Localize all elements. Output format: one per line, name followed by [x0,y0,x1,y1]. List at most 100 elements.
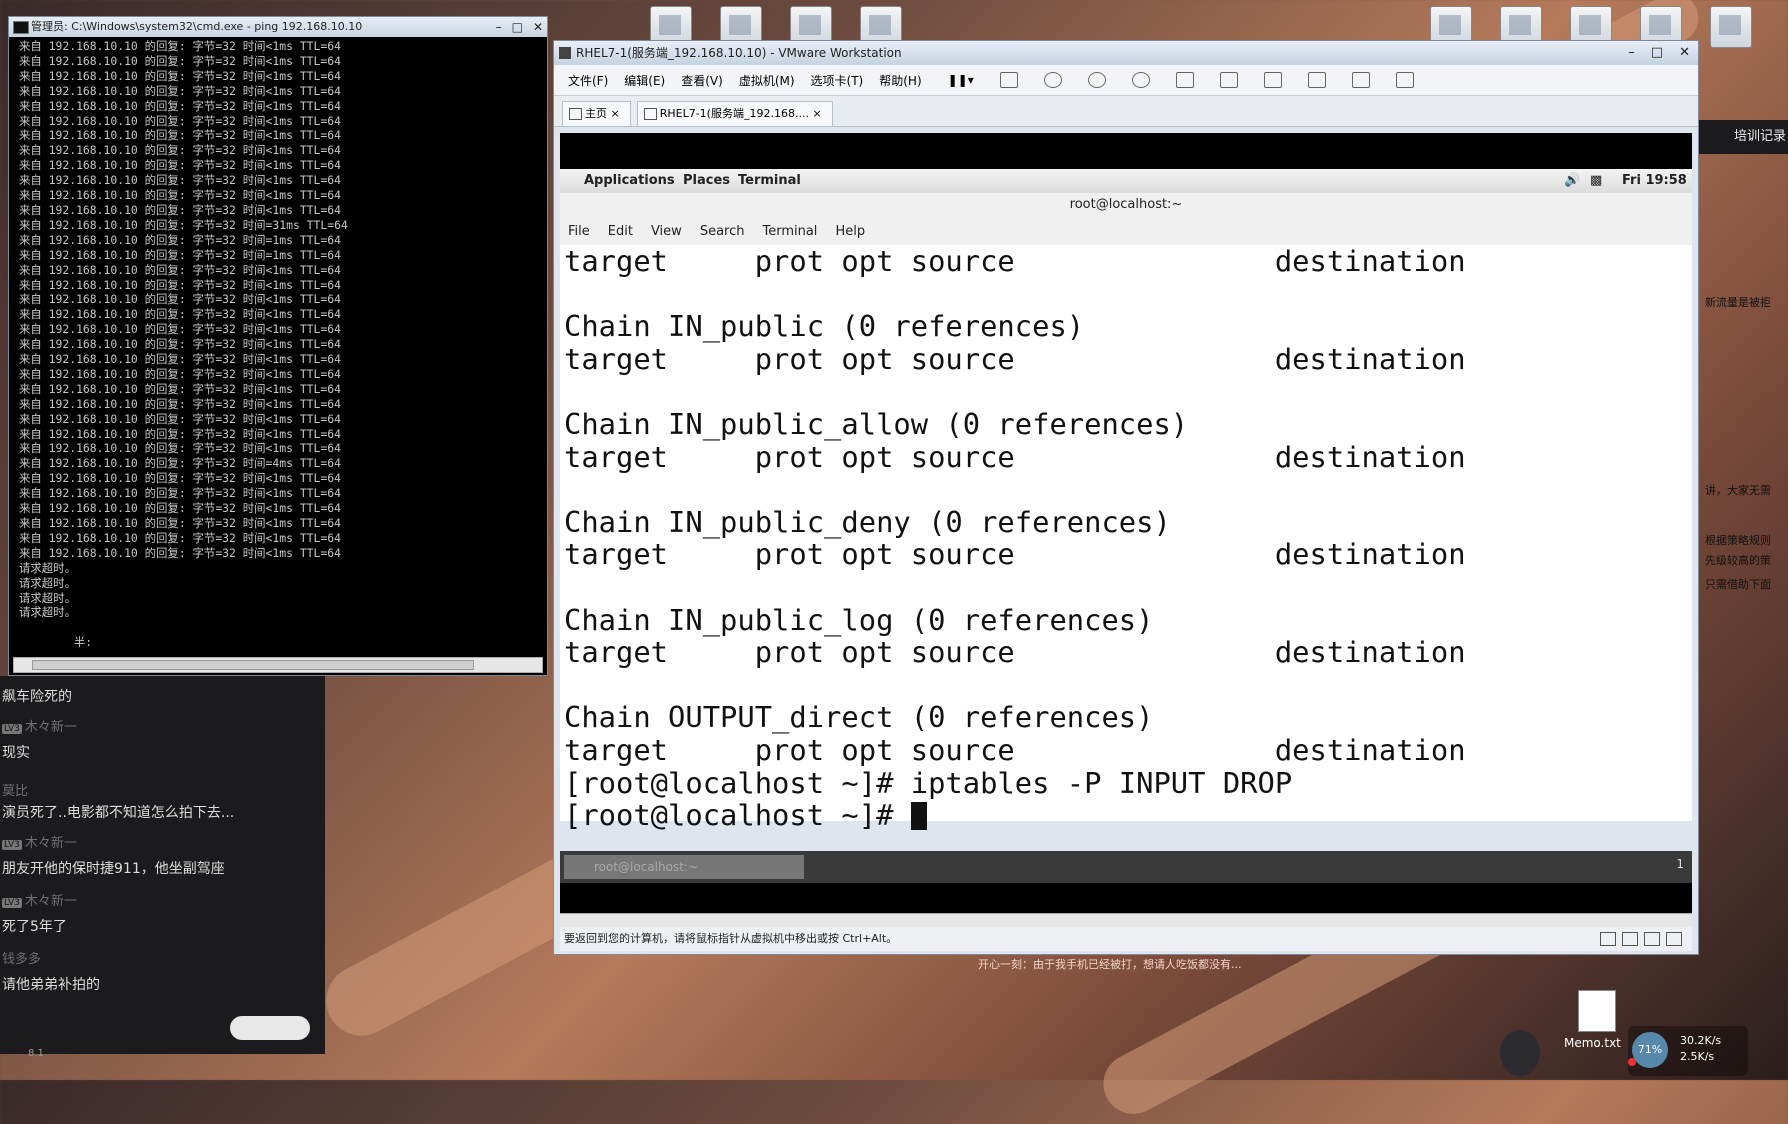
cmd-title: 管理员: C:\Windows\system32\cmd.exe - ping … [31,20,363,33]
tab-home[interactable]: 主页 × [562,101,631,126]
hdd-icon[interactable] [1600,932,1616,946]
snapshot-manager-icon[interactable] [1131,72,1150,88]
unity-icon[interactable] [1307,72,1326,88]
close-icon[interactable]: ✕ [533,17,543,37]
terminal-menu-edit[interactable]: Edit [608,224,633,239]
close-icon[interactable]: ✕ [1679,41,1690,65]
terminal-menu-view[interactable]: View [651,224,682,239]
vm-icon [643,108,657,120]
stretch-view-icon[interactable] [1395,72,1414,88]
vm-display-border [560,133,1692,169]
vmware-statusbar: 要返回到您的计算机，请将鼠标指针从虚拟机中移出或按 Ctrl+Alt。 [560,927,1692,951]
library-view-icon[interactable] [1175,72,1194,88]
clock[interactable]: Fri 19:58 [1622,173,1687,188]
vmware-window[interactable]: RHEL7-1(服务端_192.168.10.10) - VMware Work… [553,40,1699,955]
minimize-icon[interactable]: – [1628,41,1635,65]
terminal-menu-help[interactable]: Help [835,224,865,239]
record-indicator-icon [1628,1058,1636,1066]
right-side-panel: 培训记录 新流量是被拒 讲，大家无需 根据策略规则 先级较高的策 只需借助下面 [1699,120,1788,820]
terminal-cursor [910,802,927,831]
menu-tabs[interactable]: 选项卡(T) [811,72,864,89]
menu-edit[interactable]: 编辑(E) [624,72,665,89]
level-badge: LV3 [2,898,22,908]
cpu-gauge: 71% [1632,1032,1668,1068]
chat-message: 飙车险死的 [2,686,72,706]
maximize-icon[interactable]: □ [512,17,523,37]
console-view-icon[interactable] [1351,72,1370,88]
vmware-tabs: 主页 × RHEL7-1(服务端_192.168.... × [554,96,1698,127]
cmd-output[interactable]: 来自 192.168.10.10 的回复: 字节=32 时间<1ms TTL=6… [9,37,547,652]
pause-icon[interactable]: ❚❚▾ [948,73,974,87]
cmd-window[interactable]: 管理员: C:\Windows\system32\cmd.exe - ping … [8,16,548,676]
close-icon[interactable]: × [812,107,821,120]
menu-view[interactable]: 查看(V) [681,72,723,89]
terminal-lines: target prot opt source destination Chain… [564,244,1466,800]
terminal-window[interactable]: root@localhost:~ File Edit View Search T… [560,193,1692,831]
snippet-text: 讲，大家无需 [1705,484,1771,497]
applications-menu[interactable]: Applications [584,173,675,188]
chat-text: 请他弟弟补拍的 [2,977,100,993]
cmd-horizontal-scrollbar[interactable] [13,657,543,673]
bottom-ticker-text: 开心一刻：由于我手机已经被打，想请人吃饭都没有... [978,958,1242,971]
chat-text: 现实 [2,745,30,761]
terminal-app-label[interactable]: Terminal [738,173,801,188]
chat-text: 演员死了..电影都不知道怎么拍下去... [2,805,235,821]
cmd-titlebar[interactable]: 管理员: C:\Windows\system32\cmd.exe - ping … [9,17,547,37]
level-badge: LV3 [2,724,22,734]
desktop-file-icon[interactable] [1710,6,1752,48]
terminal-output[interactable]: target prot opt source destination Chain… [560,245,1692,832]
thumbnail-view-icon[interactable] [1219,72,1238,88]
workspace-number[interactable]: 1 [1676,857,1684,871]
maximize-icon[interactable]: □ [1651,41,1663,65]
volume-icon[interactable]: 🔊 [1564,173,1580,188]
snippet-text: 根据策略规则 [1705,534,1771,547]
network-meter[interactable]: 71% 30.2K/s 2.5K/s [1628,1026,1748,1076]
chat-username: 木々新一 [24,720,77,735]
cdrom-icon[interactable] [1622,932,1638,946]
terminal-menu-terminal[interactable]: Terminal [762,224,817,239]
terminal-title: root@localhost:~ [560,193,1692,217]
close-icon[interactable]: × [611,107,620,120]
vm-horizontal-scrollbar[interactable] [560,913,1692,928]
chat-panel: 飙车险死的 LV3 木々新一 现实 莫比 演员死了..电影都不知道怎么拍下去...… [0,676,325,1059]
chat-username: 木々新一 [24,836,77,851]
terminal-menu-file[interactable]: File [568,224,590,239]
memo-file-label: Memo.txt [1564,1036,1621,1050]
vmware-titlebar[interactable]: RHEL7-1(服务端_192.168.10.10) - VMware Work… [554,41,1698,65]
display-icon[interactable] [1666,932,1682,946]
chat-message: 朋友开他的保时捷911，他坐副驾座 [2,858,225,878]
chat-message: 演员死了..电影都不知道怎么拍下去... [2,802,234,822]
chat-user: 莫比 [2,780,28,799]
tab-rhel7[interactable]: RHEL7-1(服务端_192.168.... × [636,101,833,126]
places-menu[interactable]: Places [683,173,730,188]
snippet-text: 新流量是被拒 [1705,296,1771,309]
chat-message: 死了5年了 [2,916,67,936]
terminal-prompt: [root@localhost ~]# [564,798,911,833]
terminal-menubar: File Edit View Search Terminal Help [560,217,1692,245]
menu-vm[interactable]: 虚拟机(M) [739,72,795,89]
training-record-tab[interactable]: 培训记录 [1699,120,1788,154]
snippet-text: 先级较高的策 [1705,554,1771,567]
send-ctrl-alt-del-icon[interactable] [999,72,1018,88]
vm-display-border [560,883,1692,913]
network-icon[interactable]: ▩ [1590,173,1602,188]
terminal-menu-search[interactable]: Search [700,224,745,239]
scrollbar-thumb[interactable] [32,660,474,670]
streamer-avatar [1500,1030,1540,1076]
chat-user: 钱多多 [2,948,41,967]
minimize-icon[interactable]: – [496,17,502,37]
taskbar-terminal-button[interactable]: root@localhost:~ [564,855,804,879]
chat-send-button[interactable] [230,1016,310,1040]
chat-username: 莫比 [2,784,29,799]
download-speed: 2.5K/s [1680,1050,1715,1063]
revert-snapshot-icon[interactable] [1087,72,1106,88]
menu-help[interactable]: 帮助(H) [879,72,921,89]
vmware-title: RHEL7-1(服务端_192.168.10.10) - VMware Work… [576,46,902,60]
snapshot-icon[interactable] [1043,72,1062,88]
menu-file[interactable]: 文件(F) [568,72,608,89]
chat-user: LV3 木々新一 [2,832,77,851]
memo-file-icon[interactable] [1578,990,1616,1032]
tab-label: 主页 [585,107,607,120]
fullscreen-icon[interactable] [1263,72,1282,88]
network-adapter-icon[interactable] [1644,932,1660,946]
